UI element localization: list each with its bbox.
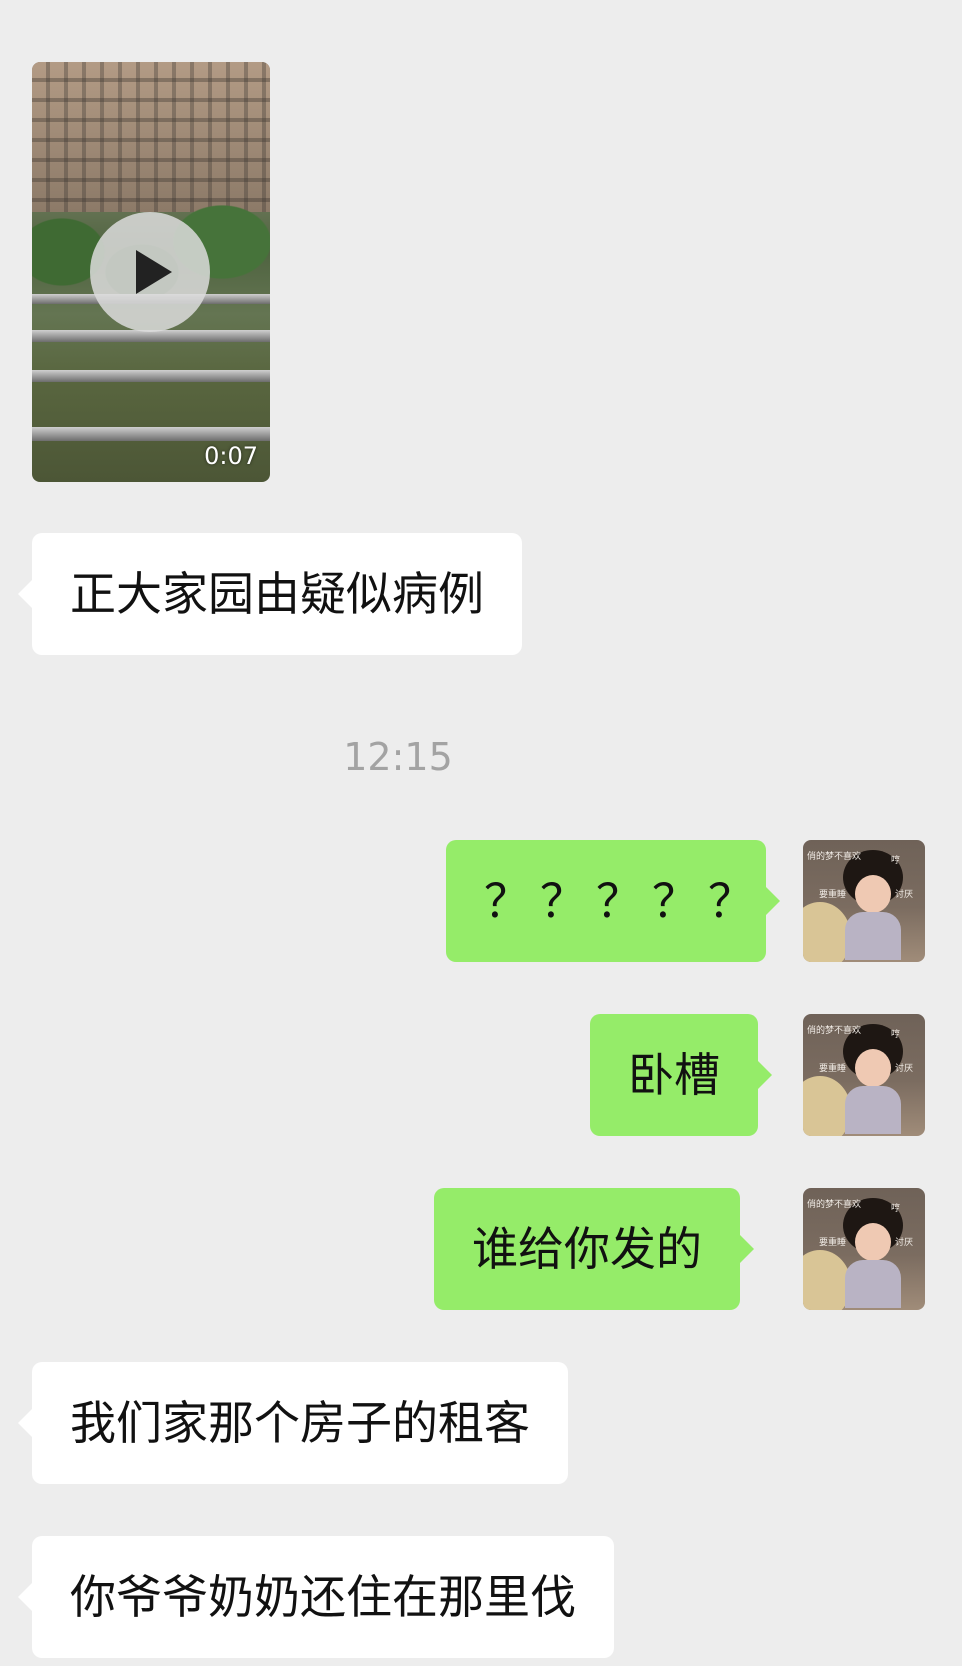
avatar-body [845, 912, 901, 960]
avatar-caption: 哼 [891, 856, 901, 866]
play-icon [136, 250, 172, 294]
avatar-caption: 哼 [891, 1204, 901, 1214]
avatar-face [855, 875, 891, 913]
user-avatar[interactable]: 俏的梦不喜欢 哼 要重睡 讨厌 [803, 1188, 925, 1310]
user-avatar[interactable]: 俏的梦不喜欢 哼 要重睡 讨厌 [803, 840, 925, 962]
avatar-caption: 讨厌 [895, 1064, 914, 1074]
message-timestamp: 12:15 [343, 735, 453, 779]
incoming-message[interactable]: 正大家园由疑似病例 [18, 533, 522, 655]
avatar-caption: 讨厌 [895, 1238, 914, 1248]
outgoing-message[interactable]: 卧槽 [590, 1014, 772, 1136]
avatar-caption: 要重睡 [819, 1238, 847, 1248]
video-message[interactable]: 0:07 [32, 62, 270, 482]
avatar-body [845, 1260, 901, 1308]
play-button[interactable] [90, 212, 210, 332]
avatar-body [845, 1086, 901, 1134]
avatar-caption: 俏的梦不喜欢 [807, 1026, 862, 1036]
avatar-caption: 俏的梦不喜欢 [807, 852, 862, 862]
avatar-face [855, 1049, 891, 1087]
avatar-face [855, 1223, 891, 1261]
video-duration: 0:07 [204, 442, 258, 470]
outgoing-message[interactable]: ？？？？？ [446, 840, 780, 962]
avatar-pillow [803, 1250, 851, 1310]
video-thumbnail-rail [32, 427, 270, 441]
user-avatar[interactable]: 俏的梦不喜欢 哼 要重睡 讨厌 [803, 1014, 925, 1136]
avatar-caption: 俏的梦不喜欢 [807, 1200, 862, 1210]
outgoing-message[interactable]: 谁给你发的 [434, 1188, 754, 1310]
avatar-caption: 哼 [891, 1030, 901, 1040]
incoming-message[interactable]: 你爷爷奶奶还住在那里伐 [18, 1536, 614, 1658]
incoming-message[interactable]: 我们家那个房子的租客 [18, 1362, 568, 1484]
avatar-caption: 要重睡 [819, 1064, 847, 1074]
video-thumbnail-rail [32, 370, 270, 382]
avatar-pillow [803, 902, 851, 962]
avatar-caption: 讨厌 [895, 890, 914, 900]
avatar-caption: 要重睡 [819, 890, 847, 900]
avatar-pillow [803, 1076, 851, 1136]
